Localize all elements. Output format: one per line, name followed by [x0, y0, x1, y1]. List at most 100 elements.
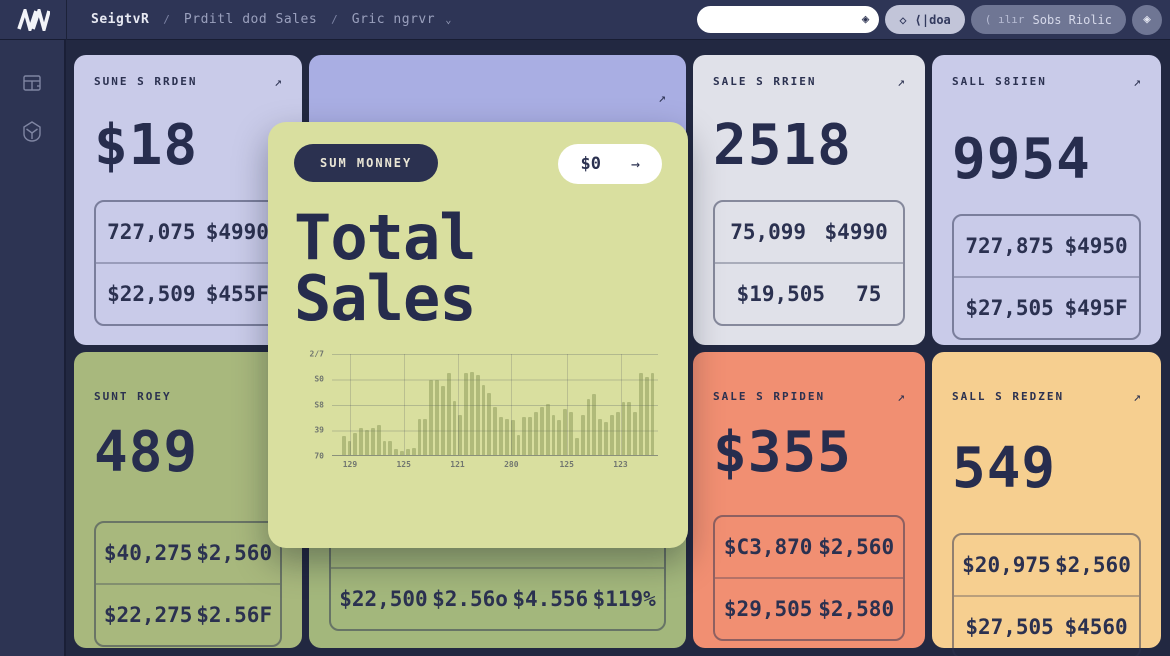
- table-row: $20,975 $2,560: [954, 535, 1139, 595]
- table-row: $22,500 $2.56o $4.556 $119%: [331, 567, 664, 629]
- card-title: SALE S RRIEN: [713, 75, 905, 88]
- expand-arrow-icon[interactable]: ↗: [1133, 390, 1141, 405]
- sidebar-item-packages[interactable]: [21, 120, 43, 142]
- chart-bar: [476, 375, 480, 455]
- chart-bar: [592, 394, 596, 455]
- card-title: SALE S RPIDEN: [713, 390, 905, 403]
- metric-card-sale-srrien[interactable]: SALE S RRIEN ↗ 2518 75,099 $4990 $19,505…: [693, 55, 925, 345]
- chart-bar: [622, 402, 626, 455]
- chart-bar: [394, 449, 398, 454]
- chart-bar: [587, 399, 591, 455]
- chart-bar: [604, 422, 608, 454]
- chevron-down-icon: ⌄: [445, 15, 452, 26]
- chart-bar: [464, 373, 468, 455]
- metric-card-sale-srpiden[interactable]: SALE S RPIDEN ↗ $355 $C3,870 $2,560 $29,…: [693, 352, 925, 648]
- metric-value: 9954: [952, 132, 1141, 188]
- cell-value: $4560: [1064, 615, 1127, 639]
- chart-bar: [447, 373, 451, 455]
- metric-card-sall-s8iien[interactable]: SALL S8IIEN ↗ 9954 727,875 $4950 $27,505…: [932, 55, 1161, 345]
- y-axis-tick: 70: [294, 451, 324, 460]
- top-header: SeigtvR / Prditl dod Sales / Gric ngrvr …: [0, 0, 1170, 40]
- amount-button[interactable]: $0 →: [558, 144, 662, 184]
- chart-bar: [423, 419, 427, 454]
- chart-bar: [639, 373, 643, 455]
- sidebar-item-dashboard[interactable]: [21, 72, 43, 94]
- logo-link[interactable]: [0, 9, 66, 31]
- cell-value: $4.556: [512, 587, 588, 611]
- chart-bar: [598, 419, 602, 454]
- chart-gridline: [404, 354, 405, 455]
- cell-value: $22,275: [104, 603, 193, 627]
- metric-value: 549: [952, 441, 1141, 497]
- x-axis-tick: 129: [343, 460, 357, 469]
- cell-value: $27,505: [965, 296, 1054, 320]
- table-row: $19,505 75: [715, 262, 903, 324]
- chart-plot-area: [332, 354, 658, 456]
- cell-value: $4990: [206, 220, 269, 244]
- cell-value: 727,075: [107, 220, 196, 244]
- x-axis: 129 125 121 280 125 123: [332, 460, 658, 474]
- chart-bar: [517, 435, 521, 454]
- breadcrumb-view-dropdown[interactable]: Gric ngrvr ⌄: [352, 12, 452, 27]
- chart-gridline: [621, 354, 622, 455]
- chart-bar: [522, 417, 526, 454]
- chart-bar: [540, 407, 544, 454]
- chart-bar: [534, 412, 538, 454]
- action-button[interactable]: ◈: [1132, 5, 1162, 35]
- sales-role-label: Sobs Riolic: [1033, 13, 1112, 27]
- value-table: $C3,870 $2,560 $29,505 $2,580: [713, 515, 905, 641]
- sales-role-button[interactable]: ( ılır Sobs Riolic: [971, 5, 1126, 34]
- breadcrumb-separator: /: [331, 13, 338, 26]
- chart-bar: [453, 401, 457, 455]
- chart-bar: [342, 436, 346, 454]
- metric-value: 2518: [713, 118, 905, 174]
- metric-value: $355: [713, 425, 905, 481]
- cell-value: $455F: [206, 282, 269, 306]
- chart-bar: [493, 407, 497, 454]
- breadcrumb-section[interactable]: Prditl dod Sales: [184, 12, 317, 27]
- cell-value: $119%: [593, 587, 656, 611]
- chart-bar: [581, 415, 585, 454]
- breadcrumb-separator: /: [163, 13, 170, 26]
- code-filter-button[interactable]: ◇ ⟨|doa: [885, 5, 964, 34]
- breadcrumb-app[interactable]: SeigtvR: [91, 12, 149, 27]
- search-input[interactable]: ◈: [697, 6, 879, 33]
- chart-bar: [616, 412, 620, 454]
- search-icon: ◈: [862, 12, 870, 27]
- cell-value: $2,560: [1055, 553, 1131, 577]
- expand-arrow-icon[interactable]: ↗: [274, 75, 282, 90]
- overlay-header: SUM MONNEY $0 →: [294, 144, 662, 184]
- chart-bar: [645, 377, 649, 455]
- expand-arrow-icon[interactable]: ↗: [897, 75, 905, 90]
- chart-gridline: [458, 354, 459, 455]
- chart-bar: [633, 412, 637, 454]
- cell-value: $29,505: [724, 597, 813, 621]
- chart-bar: [377, 425, 381, 454]
- overlay-title: Total Sales: [294, 208, 574, 330]
- cell-value: $495F: [1064, 296, 1127, 320]
- table-row: 75,099 $4990: [715, 202, 903, 262]
- card-title: SALL S8IIEN: [952, 75, 1141, 88]
- chart-bar: [470, 372, 474, 455]
- card-title: SUNT ROEY: [94, 390, 282, 403]
- cell-value: $2,560: [818, 535, 894, 559]
- chart-bar: [412, 448, 416, 454]
- sales-bar-chart: 2/7 S0 S8 39 70 129 125 121 280 125 123: [294, 350, 662, 478]
- metric-value: 489: [94, 425, 282, 481]
- chart-bar: [365, 430, 369, 454]
- table-row: $27,505 $4560: [954, 595, 1139, 656]
- expand-arrow-icon[interactable]: ↗: [1133, 75, 1141, 90]
- total-sales-overlay-card[interactable]: SUM MONNEY $0 → Total Sales 2/7 S0 S8 39…: [268, 122, 688, 548]
- x-axis-tick: 125: [396, 460, 410, 469]
- chart-bar: [406, 449, 410, 454]
- expand-arrow-icon[interactable]: ↗: [658, 91, 666, 106]
- expand-arrow-icon[interactable]: ↗: [897, 390, 905, 405]
- diamond-icon: ◈: [1143, 12, 1151, 27]
- cell-value: 727,875: [965, 234, 1054, 258]
- cell-value: 75,099: [730, 220, 806, 244]
- chart-bar: [528, 417, 532, 454]
- cell-value: $22,509: [107, 282, 196, 306]
- metric-card-sall-sredzen[interactable]: SALL S REDZEN ↗ 549 $20,975 $2,560 $27,5…: [932, 352, 1161, 648]
- amount-value: $0: [580, 154, 600, 174]
- chart-gridline: [350, 354, 351, 455]
